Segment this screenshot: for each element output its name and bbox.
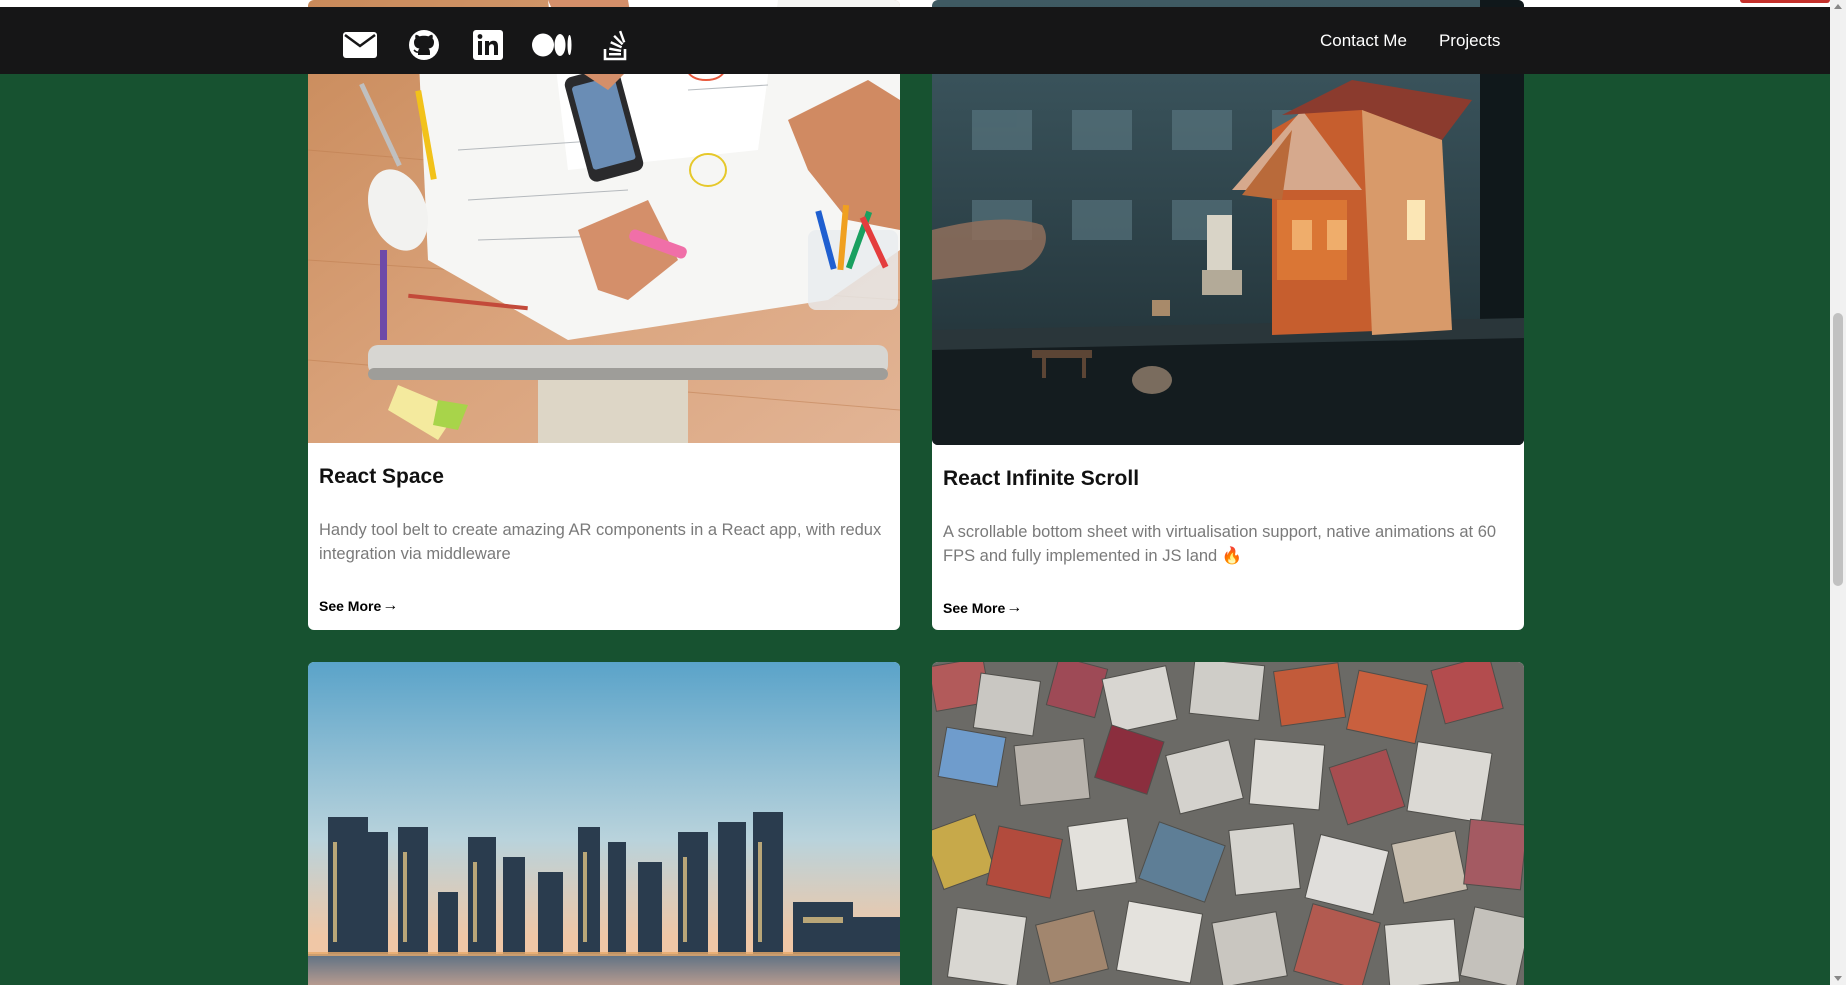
social-links: [338, 23, 637, 66]
scroll-up-icon[interactable]: [1834, 4, 1842, 9]
see-more-link[interactable]: See More →: [943, 599, 1022, 617]
see-more-label: See More: [319, 598, 382, 614]
scrollbar[interactable]: [1830, 0, 1846, 985]
navbar: Contact Me Projects: [0, 7, 1830, 74]
arrow-right-icon: →: [382, 597, 399, 614]
scrollbar-thumb[interactable]: [1833, 313, 1843, 586]
project-card-city-skyline: [308, 662, 900, 985]
top-accent: [1740, 0, 1830, 3]
project-card-react-infinite-scroll: React Infinite Scroll A scrollable botto…: [932, 0, 1524, 630]
project-description: A scrollable bottom sheet with virtualis…: [943, 523, 1497, 565]
browser-top-strip: [0, 0, 1830, 7]
nav-links: Contact Me Projects: [1320, 31, 1500, 51]
project-title: React Infinite Scroll: [943, 467, 1140, 490]
project-card-react-space: React Space Handy tool belt to create am…: [308, 0, 900, 630]
nav-projects[interactable]: Projects: [1439, 31, 1500, 51]
project-card-stone-blocks: [932, 662, 1524, 985]
stackoverflow-icon[interactable]: [594, 23, 637, 66]
project-image-blocks: [932, 662, 1524, 985]
email-icon[interactable]: [338, 23, 381, 66]
medium-icon[interactable]: [530, 23, 573, 66]
linkedin-icon[interactable]: [466, 23, 509, 66]
see-more-label: See More: [943, 600, 1006, 616]
nav-contact-me[interactable]: Contact Me: [1320, 31, 1407, 51]
arrow-right-icon: →: [1006, 599, 1023, 616]
project-image-skyline: [308, 662, 900, 985]
scroll-down-icon[interactable]: [1834, 976, 1842, 981]
project-description: Handy tool belt to create amazing AR com…: [319, 521, 882, 563]
github-icon[interactable]: [402, 23, 445, 66]
see-more-link[interactable]: See More →: [319, 597, 398, 615]
project-title: React Space: [319, 465, 444, 488]
